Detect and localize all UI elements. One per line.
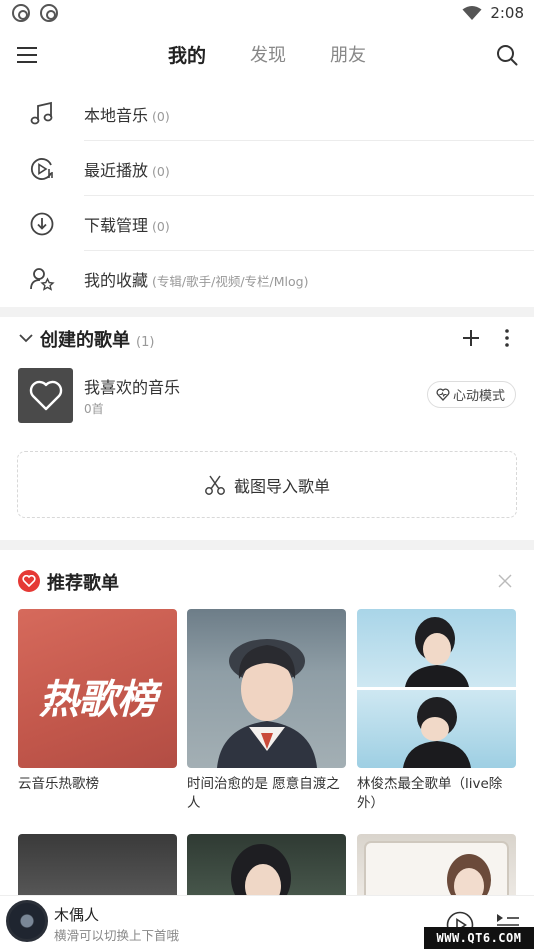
wifi-icon [462,6,482,20]
download-item[interactable]: 下载管理 (0) [0,196,534,251]
recent-play-label: 最近播放 [84,160,149,180]
local-music-count: (0) [152,108,170,124]
playlist-cover[interactable] [357,834,516,904]
heart-mode-button[interactable]: 心动模式 [426,381,516,408]
section-separator [0,540,534,550]
hot-chart-cover-text: 热歌榜 [39,677,157,723]
recommended-cards-row-2 [18,834,518,904]
playlist-cover[interactable] [18,834,177,904]
local-music-list: 本地音乐 (0) 最近播放 (0) 下载管理 (0) 我的收藏 (专辑/歌手/视频/专栏… [0,86,534,306]
collection-count: (专辑/歌手/视频/专栏/Mlog) [152,273,309,289]
more-vertical-icon[interactable] [504,328,510,348]
playlist-card[interactable]: 热歌榜 云音乐热歌榜 [18,609,177,794]
portrait-image [217,639,317,768]
playlist-cover [187,609,346,768]
tab-discover[interactable]: 发现 [248,34,288,78]
heart-mode-label: 心动模式 [452,389,505,404]
recent-play-count: (0) [152,163,170,179]
status-bar: 2:08 [0,0,534,30]
liked-music-playlist[interactable]: 我喜欢的音乐 0首 心动模式 [0,366,534,424]
created-playlists-header[interactable]: 创建的歌单 (1) [0,318,534,360]
playlist-cover[interactable] [187,834,346,904]
recommended-cards: 热歌榜 云音乐热歌榜 时间治愈的是 愿意自渡之人 林俊杰最全歌单（live除外） [18,609,518,849]
search-icon[interactable] [496,44,518,66]
liked-music-count: 0首 [84,402,104,416]
liked-music-title: 我喜欢的音乐 [84,378,181,397]
liked-music-cover [18,368,73,423]
created-playlists-title: 创建的歌单 [40,330,130,351]
local-music-item[interactable]: 本地音乐 (0) [0,86,534,141]
screenshot-import-button[interactable]: 截图导入歌单 [17,451,517,518]
download-count: (0) [152,218,170,234]
tab-bar: 我的 发现 朋友 [0,34,534,78]
download-label: 下载管理 [84,215,149,235]
playlist-cover: 热歌榜 [18,609,177,768]
playlist-cover [357,609,516,768]
collection-icon [30,267,55,291]
section-separator [0,307,534,317]
local-music-label: 本地音乐 [84,105,149,125]
recent-play-item[interactable]: 最近播放 (0) [0,141,534,196]
playlist-caption: 林俊杰最全歌单（live除外） [357,776,503,811]
playlist-card[interactable]: 林俊杰最全歌单（live除外） [357,609,516,813]
screenshot-import-label: 截图导入歌单 [233,476,330,496]
chevron-down-icon[interactable] [18,331,34,345]
recommended-title: 推荐歌单 [47,573,119,594]
netease-notification-icon [12,4,30,22]
top-header: 我的 发现 朋友 [0,34,534,78]
collection-label: 我的收藏 [84,270,149,290]
status-time: 2:08 [490,4,524,22]
created-playlists-count: (1) [136,335,155,350]
playlist-card[interactable]: 时间治愈的是 愿意自渡之人 [187,609,346,813]
scissors-icon [205,475,225,495]
heart-mode-icon [436,388,450,401]
recommended-header: 推荐歌单 [0,562,534,602]
music-note-icon [30,101,53,124]
heart-icon [29,380,62,410]
recommend-heart-icon [18,570,40,592]
portrait-image [364,841,509,904]
player-hint: 横滑可以切换上下首哦 [54,928,180,943]
tab-mine[interactable]: 我的 [166,34,208,78]
close-icon[interactable] [498,574,512,588]
tab-friends[interactable]: 朋友 [328,34,368,78]
player-song-title: 木偶人 [54,906,100,924]
playlist-caption: 时间治愈的是 愿意自渡之人 [187,776,340,811]
recent-play-icon [31,157,53,180]
portrait-image [231,844,291,904]
netease-notification-icon [40,4,58,22]
playlist-caption: 云音乐热歌榜 [18,776,99,792]
album-disc[interactable] [6,900,48,942]
site-watermark: WWW.QT6.COM [424,927,534,949]
collection-item[interactable]: 我的收藏 (专辑/歌手/视频/专栏/Mlog) [0,251,534,306]
download-icon [30,212,54,235]
add-playlist-icon[interactable] [461,328,481,348]
portrait-image [357,617,516,768]
